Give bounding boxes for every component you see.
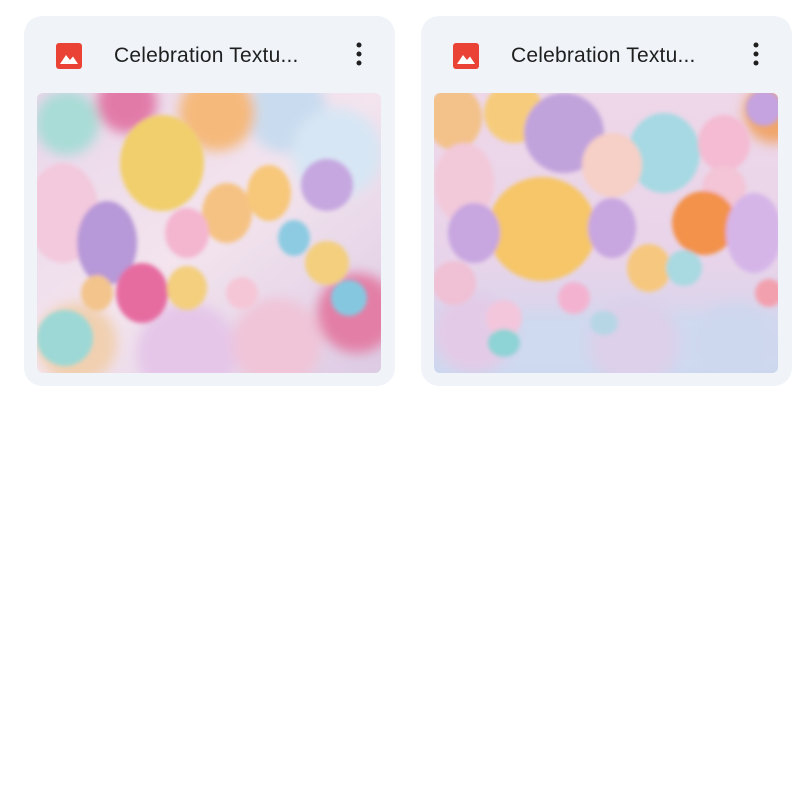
more-vert-icon: [753, 42, 759, 71]
file-card[interactable]: Celebration Textu...: [421, 16, 792, 386]
file-thumbnail[interactable]: [434, 93, 778, 373]
file-name: Celebration Textu...: [114, 44, 299, 67]
file-card[interactable]: Celebration Textu...: [24, 16, 395, 386]
image-file-icon: [56, 43, 82, 69]
file-card-header: Celebration Textu...: [421, 16, 792, 93]
file-card-header: Celebration Textu...: [24, 16, 395, 93]
file-thumbnail[interactable]: [37, 93, 381, 373]
more-options-button[interactable]: [742, 39, 770, 73]
more-vert-icon: [356, 42, 362, 71]
file-name: Celebration Textu...: [511, 44, 696, 67]
image-file-icon: [453, 43, 479, 69]
more-options-button[interactable]: [345, 39, 373, 73]
file-grid: Celebration Textu... Celebration Textu..…: [0, 0, 802, 800]
